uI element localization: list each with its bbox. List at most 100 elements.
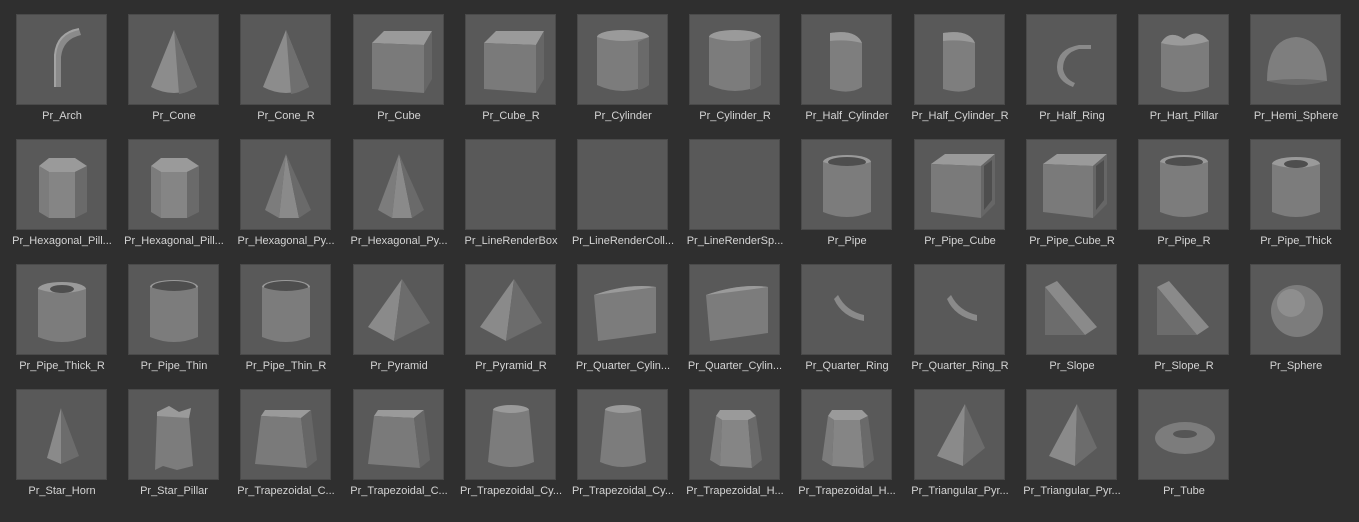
quarter-cylinder-icon xyxy=(689,264,780,355)
trapezoidal-hexagon-icon xyxy=(801,389,892,480)
asset-tile[interactable]: Pr_Pipe_Cube xyxy=(912,139,1024,255)
asset-label: Pr_Hexagonal_Py... xyxy=(237,235,335,247)
asset-tile[interactable]: Pr_Triangular_Pyr... xyxy=(911,389,1024,505)
empty-icon xyxy=(577,139,668,230)
asset-label: Pr_Trapezoidal_C... xyxy=(350,485,448,497)
slope-icon xyxy=(1026,264,1117,355)
asset-tile[interactable]: Pr_LineRenderSp... xyxy=(687,139,799,255)
asset-tile[interactable]: Pr_Tube xyxy=(1136,389,1248,505)
asset-tile[interactable]: Pr_Sphere xyxy=(1248,264,1359,380)
asset-label: Pr_Hexagonal_Pill... xyxy=(124,235,224,247)
asset-tile[interactable]: Pr_Cube_R xyxy=(463,14,575,130)
asset-label: Pr_Pipe_Thin xyxy=(140,360,208,372)
asset-tile[interactable]: Pr_Hexagonal_Py... xyxy=(237,139,350,255)
asset-tile[interactable]: Pr_Star_Pillar xyxy=(126,389,238,505)
asset-label: Pr_Trapezoidal_H... xyxy=(798,485,896,497)
asset-tile[interactable]: Pr_Half_Cylinder_R xyxy=(911,14,1024,130)
asset-tile[interactable]: Pr_Pipe_Cube_R xyxy=(1024,139,1136,255)
asset-tile[interactable]: Pr_Cylinder xyxy=(575,14,687,130)
asset-label: Pr_Cylinder_R xyxy=(699,110,771,122)
asset-tile[interactable]: Pr_Pipe xyxy=(799,139,911,255)
asset-tile[interactable]: Pr_Star_Horn xyxy=(14,389,126,505)
asset-label: Pr_Pipe_R xyxy=(1157,235,1211,247)
asset-tile[interactable]: Pr_Trapezoidal_H... xyxy=(686,389,799,505)
asset-tile[interactable]: Pr_Quarter_Ring_R xyxy=(911,264,1024,380)
asset-tile[interactable]: Pr_Trapezoidal_C... xyxy=(237,389,350,505)
asset-tile[interactable]: Pr_Quarter_Ring xyxy=(799,264,911,380)
asset-tile[interactable]: Pr_Hexagonal_Pill... xyxy=(12,139,126,255)
asset-tile[interactable]: Pr_Cube xyxy=(351,14,463,130)
asset-tile[interactable]: Pr_Hart_Pillar xyxy=(1136,14,1248,130)
asset-label: Pr_Cylinder xyxy=(594,110,652,122)
asset-tile[interactable]: Pr_Triangular_Pyr... xyxy=(1023,389,1136,505)
asset-tile[interactable]: Pr_Pipe_Thick xyxy=(1248,139,1359,255)
asset-label: Pr_Pipe_Thick_R xyxy=(19,360,105,372)
asset-tile[interactable]: Pr_Quarter_Cylin... xyxy=(687,264,799,380)
cube-icon xyxy=(465,14,556,105)
asset-tile[interactable]: Pr_Quarter_Cylin... xyxy=(575,264,687,380)
pipe-cube-icon xyxy=(914,139,1005,230)
asset-label: Pr_Slope_R xyxy=(1154,360,1214,372)
asset-tile[interactable]: Pr_Pyramid xyxy=(351,264,463,380)
asset-label: Pr_Half_Cylinder_R xyxy=(911,110,1009,122)
asset-tile[interactable]: Pr_Pyramid_R xyxy=(463,264,575,380)
asset-tile[interactable]: Pr_Hexagonal_Pill... xyxy=(124,139,238,255)
asset-tile[interactable]: Pr_Slope_R xyxy=(1136,264,1248,380)
asset-label: Pr_Trapezoidal_Cy... xyxy=(571,485,675,497)
asset-label: Pr_Half_Cylinder xyxy=(805,110,889,122)
asset-tile[interactable]: Pr_Trapezoidal_H... xyxy=(798,389,911,505)
asset-label: Pr_Pipe_Thick xyxy=(1260,235,1332,247)
asset-tile[interactable]: Pr_LineRenderBox xyxy=(463,139,575,255)
asset-tile[interactable]: Pr_Trapezoidal_C... xyxy=(350,389,463,505)
star-pillar-icon xyxy=(128,389,219,480)
pipe-thin-icon xyxy=(240,264,331,355)
asset-label: Pr_LineRenderColl... xyxy=(571,235,675,247)
trapezoidal-cylinder-icon xyxy=(577,389,668,480)
cone-icon xyxy=(128,14,219,105)
asset-label: Pr_Half_Ring xyxy=(1039,110,1105,122)
asset-tile[interactable]: Pr_Half_Ring xyxy=(1024,14,1136,130)
trapezoidal-cube-icon xyxy=(353,389,444,480)
pipe-icon xyxy=(1138,139,1229,230)
asset-label: Pr_Hemi_Sphere xyxy=(1253,110,1339,122)
asset-tile[interactable]: Pr_Slope xyxy=(1024,264,1136,380)
hemisphere-icon xyxy=(1250,14,1341,105)
arch-icon xyxy=(16,14,107,105)
cube-icon xyxy=(353,14,444,105)
asset-tile[interactable]: Pr_Cone xyxy=(126,14,238,130)
asset-label: Pr_Cone_R xyxy=(257,110,315,122)
asset-tile[interactable]: Pr_LineRenderColl... xyxy=(572,139,687,255)
asset-label: Pr_LineRenderBox xyxy=(464,235,558,247)
asset-tile[interactable]: Pr_Hemi_Sphere xyxy=(1248,14,1359,130)
asset-label: Pr_Triangular_Pyr... xyxy=(1023,485,1121,497)
slope-icon xyxy=(1138,264,1229,355)
asset-label: Pr_Quarter_Ring xyxy=(805,360,889,372)
pipe-thick-icon xyxy=(16,264,107,355)
asset-tile[interactable]: Pr_Half_Cylinder xyxy=(799,14,911,130)
asset-tile[interactable]: Pr_Pipe_Thick_R xyxy=(14,264,126,380)
asset-label: Pr_Hexagonal_Pill... xyxy=(12,235,112,247)
star-horn-icon xyxy=(16,389,107,480)
asset-label: Pr_Hart_Pillar xyxy=(1149,110,1219,122)
asset-tile[interactable]: Pr_Pipe_Thin_R xyxy=(238,264,350,380)
asset-label: Pr_Pipe xyxy=(827,235,867,247)
asset-tile[interactable]: Pr_Cylinder_R xyxy=(687,14,799,130)
asset-tile[interactable]: Pr_Pipe_R xyxy=(1136,139,1248,255)
sphere-icon xyxy=(1250,264,1341,355)
asset-label: Pr_Pipe_Cube xyxy=(924,235,996,247)
asset-label: Pr_Trapezoidal_Cy... xyxy=(459,485,563,497)
trapezoidal-cube-icon xyxy=(240,389,331,480)
empty-icon xyxy=(465,139,556,230)
asset-tile[interactable]: Pr_Cone_R xyxy=(238,14,350,130)
asset-tile[interactable]: Pr_Trapezoidal_Cy... xyxy=(460,389,575,505)
pipe-thick-icon xyxy=(1250,139,1341,230)
asset-label: Pr_Pyramid xyxy=(370,360,428,372)
asset-label: Pr_Quarter_Cylin... xyxy=(687,360,783,372)
asset-tile[interactable]: Pr_Pipe_Thin xyxy=(126,264,238,380)
asset-tile[interactable]: Pr_Trapezoidal_Cy... xyxy=(572,389,687,505)
asset-tile[interactable]: Pr_Arch xyxy=(14,14,126,130)
pipe-thin-icon xyxy=(128,264,219,355)
asset-label: Pr_Cube_R xyxy=(482,110,540,122)
cone-icon xyxy=(240,14,331,105)
asset-tile[interactable]: Pr_Hexagonal_Py... xyxy=(350,139,463,255)
